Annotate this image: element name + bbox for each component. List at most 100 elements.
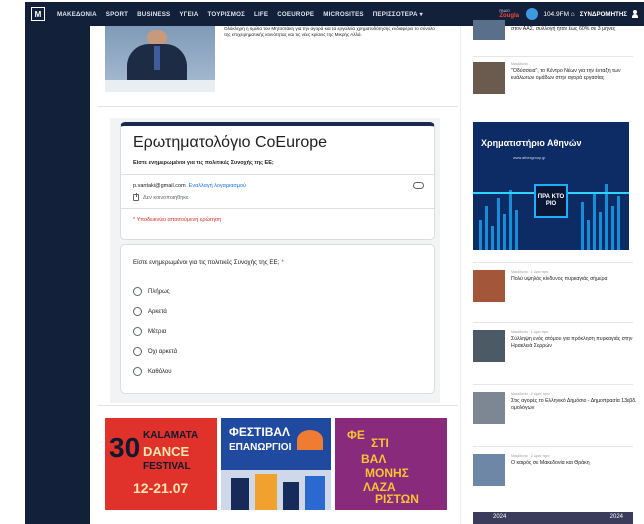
- radio-button[interactable]: [133, 307, 142, 316]
- radio-button[interactable]: [133, 347, 142, 356]
- banner-year-left: 2024: [493, 514, 507, 520]
- podium: [105, 80, 215, 92]
- news-title[interactable]: Πολύ υψηλός κίνδυνος πυρκαγιάς σήμερα: [511, 276, 637, 283]
- news-meta: Μακεδονία · 2 ώρες πριν: [511, 454, 550, 458]
- user-icon[interactable]: [632, 10, 638, 18]
- option-label: Καθόλου: [148, 368, 172, 375]
- nav-item-more[interactable]: ΠΕΡΙΣΣΟΤΕΡΑ ▾: [373, 11, 423, 18]
- news-title[interactable]: Σύλληψη ενός ατόμου για πρόκληση πυρκαγι…: [511, 336, 637, 350]
- news-title[interactable]: Ο καιρός σε Μακεδονία και Θράκη: [511, 460, 637, 467]
- option-metria[interactable]: Μέτρια: [133, 327, 166, 336]
- divider: [98, 405, 458, 406]
- divider: [121, 208, 434, 209]
- banner-line: FESTIVAL: [143, 461, 191, 472]
- divider: [98, 106, 458, 107]
- nav-item-makedonia[interactable]: ΜΑΚΕΔΟΝΙΑ: [57, 11, 97, 18]
- news-item[interactable]: Μακεδονία "Οδύσσεια", το Κέντρο Νέων για…: [473, 62, 638, 112]
- divider: [121, 174, 434, 175]
- question-text: Είστε ενημερωμένοι για τις πολιτικές Συν…: [133, 259, 284, 266]
- subscriber-login-link[interactable]: ΣΥΝΔΡΟΜΗΤΗΣ: [580, 11, 627, 18]
- nav-item-microsites[interactable]: MICROSITES: [323, 11, 364, 18]
- option-arketa[interactable]: Αρκετά: [133, 307, 167, 316]
- banner-line: DANCE: [143, 444, 190, 459]
- document-icon: [133, 193, 139, 201]
- option-label: Μέτρια: [148, 328, 167, 335]
- not-shared-label: Δεν κοινοποιήθηκε: [143, 194, 189, 201]
- news-thumbnail[interactable]: [473, 392, 505, 424]
- radio-play-icon[interactable]: [526, 8, 539, 20]
- banner-dates: 12-21.07: [133, 480, 189, 496]
- nav-item-life[interactable]: LIFE: [254, 11, 268, 18]
- nav-right: ΡΑΔΙΟ Zougla 104.9FM ⌂ ΣΥΝΔΡΟΜΗΤΗΣ: [499, 2, 638, 26]
- ad-bar: [479, 220, 482, 250]
- cloud-icon: [413, 182, 424, 189]
- nav-item-business[interactable]: BUSINESS: [137, 11, 170, 18]
- required-note: * Υποδεικνύει απαιτούμενη ερώτηση: [133, 217, 222, 223]
- banner-word: ΜΟΝΗΣ: [365, 466, 409, 480]
- news-title[interactable]: στον ΑΑΣ, συλλογή ήταν έως 60% σε 3 μήνε…: [511, 26, 637, 33]
- news-thumbnail[interactable]: [473, 330, 505, 362]
- news-title[interactable]: Στις αγορές το Ελληνικό Δημόσιο - Δημοπρ…: [511, 398, 637, 412]
- option-label: Αρκετά: [148, 308, 167, 315]
- radio-button[interactable]: [133, 287, 142, 296]
- festival-banner[interactable]: ΦΕΣΤΙΒΑΛ ΕΠΑΝΩΡΓΙΟΙ: [221, 418, 331, 510]
- nav-item-coeurope[interactable]: COEUROPE: [277, 11, 314, 18]
- radio-button[interactable]: [133, 367, 142, 376]
- banner-word: ΒΑΛ: [361, 452, 387, 466]
- banner-word: ΦΕ: [347, 428, 365, 442]
- not-shared-row: Δεν κοινοποιήθηκε: [133, 193, 189, 201]
- ad-bar: [611, 206, 614, 250]
- option-katholou[interactable]: Καθόλου: [133, 367, 171, 376]
- form-header-card: Ερωτηματολόγιο CoEurope Είστε ενημερωμέν…: [120, 122, 435, 240]
- news-item[interactable]: Μακεδονία · 2 ώρες πριν Ο καιρός σε Μακε…: [473, 454, 638, 504]
- lazaristes-festival-banner[interactable]: ΦΕ ΣΤΙ ΒΑΛ ΜΟΝΗΣ ΛΑΖΑ ΡΙΣΤΩΝ: [335, 418, 447, 510]
- nav-item-sport[interactable]: SPORT: [106, 11, 128, 18]
- news-thumbnail[interactable]: [473, 454, 505, 486]
- main-content: Ολόκληρη η ομιλία του Μητσοτάκη για την …: [90, 26, 460, 524]
- bottom-banner[interactable]: 2024 2024: [473, 512, 633, 524]
- nav-item-ygeia[interactable]: ΥΓΕΙΑ: [179, 11, 198, 18]
- news-thumbnail[interactable]: [473, 20, 505, 40]
- question-label: Είστε ενημερωμένοι για τις πολιτικές Συν…: [133, 259, 280, 266]
- building-shape: [231, 478, 249, 510]
- kalamata-dance-festival-banner[interactable]: 30 KALAMATA DANCE FESTIVAL 12-21.07: [105, 418, 217, 510]
- news-title[interactable]: "Οδύσσεια", το Κέντρο Νέων για την ένταξ…: [511, 68, 637, 82]
- switch-account-link[interactable]: Εναλλαγή λογαριασμού: [189, 183, 246, 189]
- news-item[interactable]: Μακεδονία · 2 ώρες πριν Στις αγορές το Ε…: [473, 392, 638, 442]
- site-logo[interactable]: M: [31, 7, 45, 21]
- top-navigation: M ΜΑΚΕΔΟΝΙΑ SPORT BUSINESS ΥΓΕΙΑ ΤΟΥΡΙΣΜ…: [25, 2, 644, 26]
- banner-year-right: 2024: [609, 514, 623, 520]
- left-sidebar: [25, 26, 90, 524]
- radio-frequency[interactable]: 104.9FM ⌂: [543, 11, 574, 18]
- sun-shape: [297, 430, 323, 450]
- news-thumbnail[interactable]: [473, 270, 505, 302]
- news-item[interactable]: Μακεδονία · 1 ώρα πριν Πολύ υψηλός κίνδυ…: [473, 270, 638, 320]
- banner-word: ΣΤΙ: [371, 436, 389, 450]
- option-oxi-arketa[interactable]: Όχι αρκετά: [133, 347, 177, 356]
- question-card: Είστε ενημερωμένοι για τις πολιτικές Συν…: [120, 244, 435, 394]
- divider: [473, 262, 633, 263]
- ad-bar: [485, 206, 488, 250]
- divider: [473, 446, 633, 447]
- nav-item-tourismos[interactable]: ΤΟΥΡΙΣΜΟΣ: [208, 11, 245, 18]
- option-plirws[interactable]: Πλήρως: [133, 287, 170, 296]
- account-row: p.vantaki@gmail.com Εναλλαγή λογαριασμού: [133, 183, 246, 189]
- news-item[interactable]: Μακεδονία · 1 ώρα πριν Σύλληψη ενός ατόμ…: [473, 330, 638, 380]
- banner-line: ΕΠΑΝΩΡΓΙΟΙ: [229, 442, 292, 453]
- banner-line: KALAMATA: [143, 430, 199, 441]
- news-item[interactable]: στον ΑΑΣ, συλλογή ήταν έως 60% σε 3 μήνε…: [473, 20, 638, 56]
- nav-menu: ΜΑΚΕΔΟΝΙΑ SPORT BUSINESS ΥΓΕΙΑ ΤΟΥΡΙΣΜΟΣ…: [57, 11, 423, 18]
- athens-stock-exchange-ad[interactable]: Χρηματιστήριο Αθηνών www.athexgroup.gr Π…: [473, 122, 629, 250]
- ad-logo: ΠΡΑ ΚΤΟ ΡΙΟ: [534, 184, 568, 218]
- form-description: Είστε ενημερωμένοι για τις πολιτικές Συν…: [133, 160, 274, 166]
- radio-button[interactable]: [133, 327, 142, 336]
- building-shape: [283, 482, 299, 510]
- ad-title: Χρηματιστήριο Αθηνών: [481, 138, 582, 148]
- page: M ΜΑΚΕΔΟΝΙΑ SPORT BUSINESS ΥΓΕΙΑ ΤΟΥΡΙΣΜ…: [0, 0, 644, 524]
- option-label: Όχι αρκετά: [148, 348, 178, 355]
- news-thumbnail[interactable]: [473, 62, 505, 94]
- ad-bar: [515, 210, 518, 250]
- article-image[interactable]: [105, 26, 215, 92]
- form-title: Ερωτηματολόγιο CoEurope: [133, 134, 328, 151]
- ad-bar: [581, 202, 584, 250]
